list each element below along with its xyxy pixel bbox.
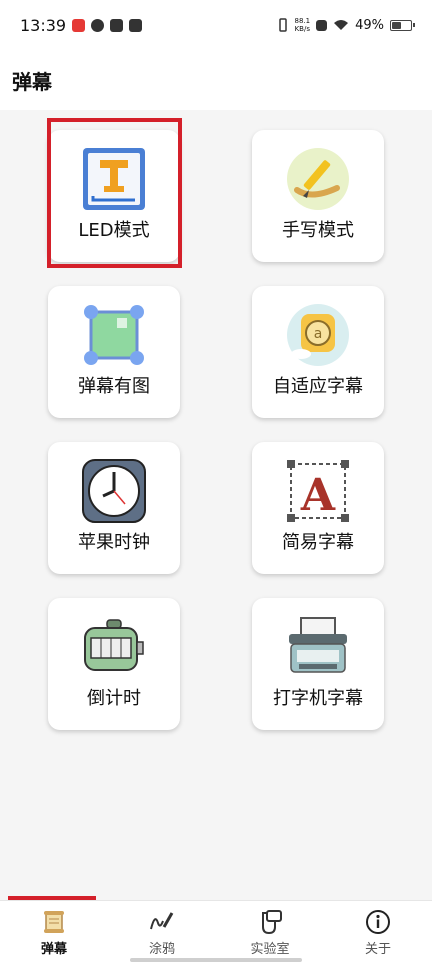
mode-card-typewriter[interactable]: 打字机字幕 <box>252 598 384 730</box>
nav-item-lab[interactable]: 实验室 <box>216 901 324 964</box>
notification-app-icon <box>91 18 105 32</box>
nav-label: 弹幕 <box>40 941 67 957</box>
typewriter-icon <box>289 617 347 673</box>
nav-label: 涂鸦 <box>148 941 175 957</box>
mode-label: 弹幕有图 <box>78 376 150 397</box>
countdown-icon <box>84 619 144 671</box>
image-frame-icon <box>84 305 144 365</box>
mode-label: LED模式 <box>78 220 150 241</box>
signature-pen-icon <box>150 911 174 929</box>
mode-label: 打字机字幕 <box>273 688 363 709</box>
led-text-icon <box>83 148 145 210</box>
mode-label: 自适应字幕 <box>273 376 363 397</box>
mode-label: 倒计时 <box>87 688 141 709</box>
mode-card-countdown[interactable]: 倒计时 <box>48 598 180 730</box>
mode-label: 苹果时钟 <box>78 532 150 553</box>
mode-card-adaptive-caption[interactable]: a 自适应字幕 <box>252 286 384 418</box>
bottom-nav: 弹幕 涂鸦 实验室 关于 <box>0 900 432 964</box>
mode-card-handwriting[interactable]: 手写模式 <box>252 130 384 262</box>
nav-label: 实验室 <box>250 941 290 957</box>
status-bar: 13:39 88.1 KB/s 49% <box>0 0 432 50</box>
home-indicator <box>130 958 302 962</box>
sim-icon <box>316 19 328 31</box>
mode-card-apple-clock[interactable]: 苹果时钟 <box>48 442 180 574</box>
app-header: 弹幕 <box>0 50 432 110</box>
notification-app-icon <box>72 18 86 32</box>
notification-app-icon <box>129 18 143 32</box>
handwriting-icon <box>287 148 349 210</box>
mode-card-led[interactable]: LED模式 <box>48 130 180 262</box>
info-icon <box>366 909 390 934</box>
nav-label: 关于 <box>364 941 391 957</box>
scroll-icon <box>44 910 64 933</box>
vibrate-icon <box>278 18 287 32</box>
notification-app-icon <box>110 18 124 32</box>
simple-caption-icon: A <box>287 460 349 522</box>
svg-text:a: a <box>314 326 323 342</box>
page-title: 弹幕 <box>12 69 52 94</box>
lab-icon <box>262 909 282 934</box>
clock-icon <box>82 459 146 523</box>
battery-percent: 49% <box>355 17 384 33</box>
battery-fill <box>392 21 401 29</box>
mode-card-image-danmaku[interactable]: 弹幕有图 <box>48 286 180 418</box>
net-speed: 88.1 KB/s <box>294 17 311 33</box>
mode-card-simple-caption[interactable]: A 简易字幕 <box>252 442 384 574</box>
wifi-icon <box>334 20 349 30</box>
mode-grid: LED模式 手写模式 弹幕有图 a 自适应字幕 苹果时钟 A 简易字幕 倒计时 … <box>0 110 432 900</box>
nav-item-danmaku[interactable]: 弹幕 <box>0 901 108 964</box>
svg-text:A: A <box>300 470 336 521</box>
mode-label: 简易字幕 <box>282 532 354 553</box>
battery-icon <box>390 19 415 31</box>
nav-item-doodle[interactable]: 涂鸦 <box>108 901 216 964</box>
nav-item-about[interactable]: 关于 <box>324 901 432 964</box>
mode-label: 手写模式 <box>282 220 354 241</box>
status-time: 13:39 <box>20 15 67 35</box>
adaptive-caption-icon: a <box>287 304 349 366</box>
